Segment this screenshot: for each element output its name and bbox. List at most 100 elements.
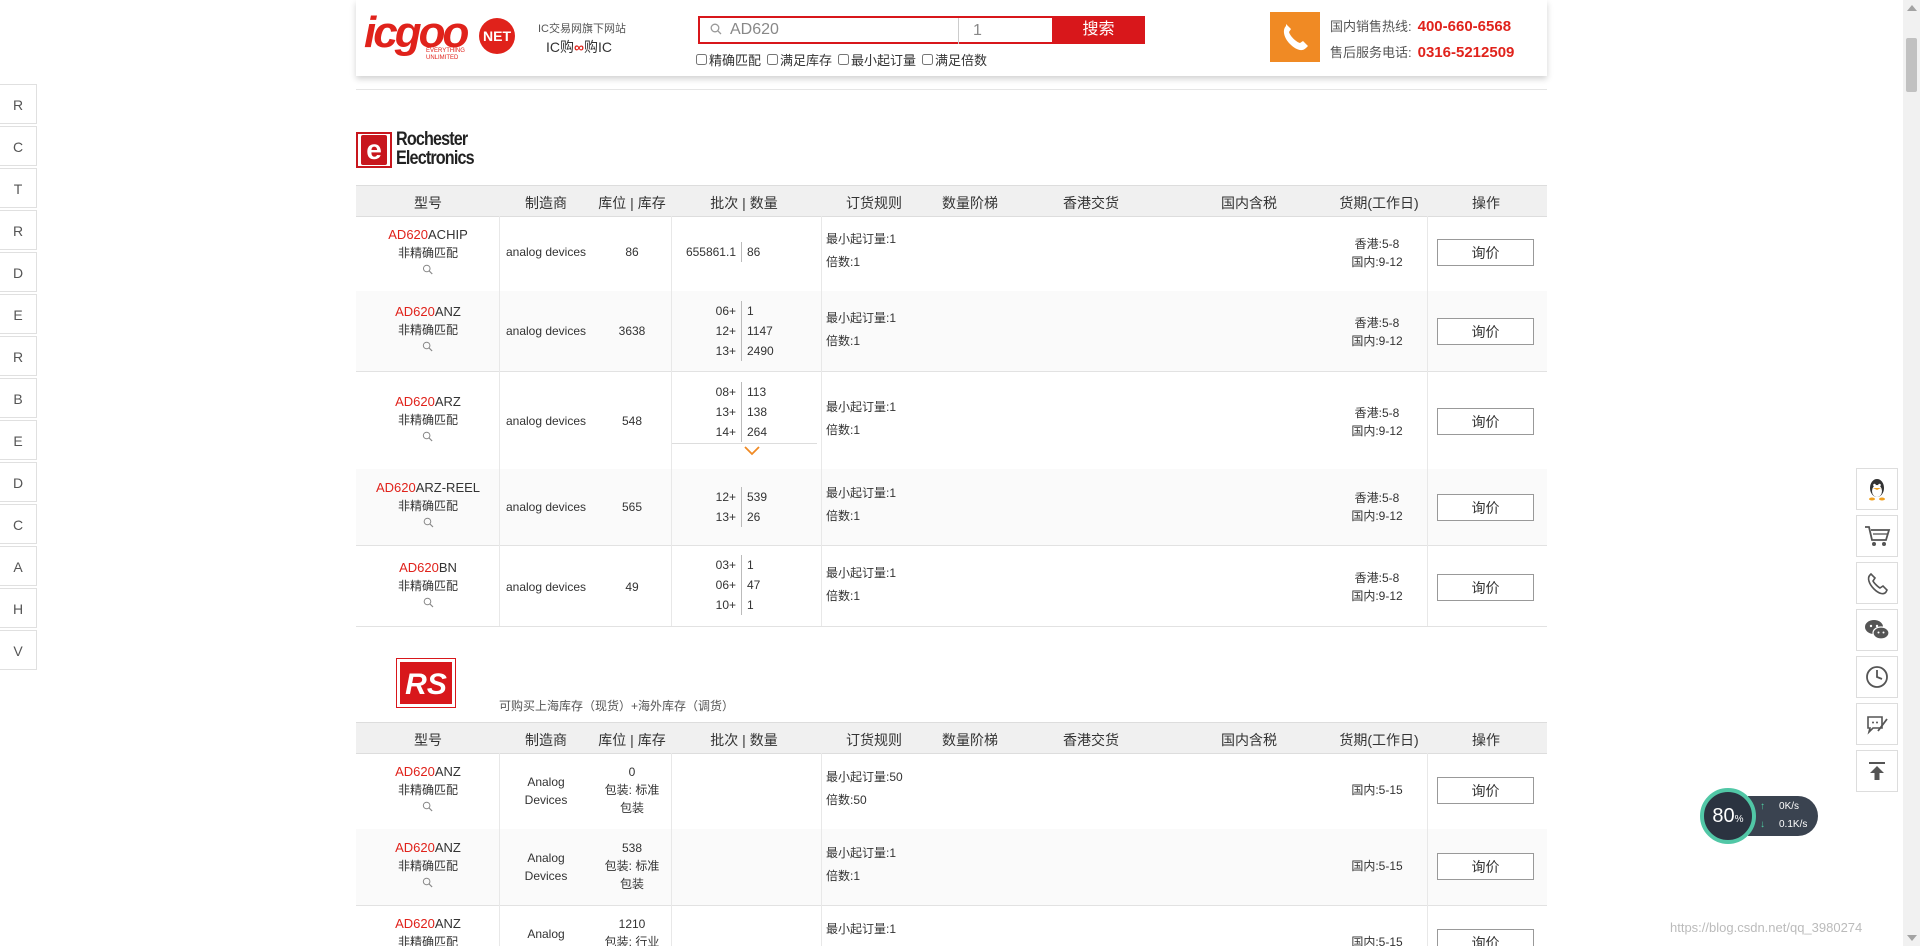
stock: 49 <box>625 580 639 594</box>
nav-letter[interactable]: C <box>0 126 37 166</box>
part-number-link[interactable]: AD620ARZ <box>395 393 461 411</box>
col-stock: 库位 | 库存 <box>598 732 666 748</box>
match-status: 非精确匹配 <box>397 323 458 337</box>
download-arrow-icon: ↓ <box>1760 819 1765 830</box>
order-rule: 最小起订量:1 倍数:1 <box>826 486 897 523</box>
site-logo[interactable]: icgoo NET EVERYTHING UNLIMITED <box>364 10 515 61</box>
left-letter-nav: R C T R D E R B E D C A H V <box>0 84 38 672</box>
filter-in-stock[interactable]: 满足库存 <box>767 50 832 69</box>
inquiry-button[interactable]: 询价 <box>1437 318 1534 345</box>
filter-multiple[interactable]: 满足倍数 <box>922 50 987 69</box>
col-order-rule: 订货规则 <box>846 195 902 211</box>
nav-letter[interactable]: C <box>0 504 37 544</box>
search-filters: 精确匹配 满足库存 最小起订量 满足倍数 <box>696 50 987 69</box>
inquiry-button[interactable]: 询价 <box>1437 853 1534 880</box>
rochester-logo: e Rochester Electronics <box>356 130 496 170</box>
part-number-link[interactable]: AD620BN <box>398 559 458 577</box>
part-number-link[interactable]: AD620ACHIP <box>388 226 467 244</box>
filter-checkbox[interactable] <box>696 54 707 65</box>
feedback-icon[interactable] <box>1856 703 1898 745</box>
nav-letter[interactable]: V <box>0 630 37 670</box>
zoom-icon[interactable] <box>422 597 433 608</box>
supplier-note: 可购买上海库存（现货）+海外库存（调货） <box>499 699 735 713</box>
match-status: 非精确匹配 <box>397 499 459 513</box>
inquiry-button[interactable]: 询价 <box>1437 494 1534 521</box>
filter-exact-match[interactable]: 精确匹配 <box>696 50 761 69</box>
nav-letter[interactable]: T <box>0 168 37 208</box>
cart-icon[interactable] <box>1856 515 1898 557</box>
divider <box>356 89 1547 90</box>
inquiry-button[interactable]: 询价 <box>1437 777 1534 804</box>
col-price-ladder: 数量阶梯 <box>942 732 998 748</box>
phone-icon[interactable] <box>1856 562 1898 604</box>
scroll-up-arrow-icon[interactable] <box>1907 5 1917 11</box>
qq-icon[interactable] <box>1856 468 1898 510</box>
table-header: 型号 制造商 库位 | 库存 批次 | 数量 订货规则 数量阶梯 香港交货 国内… <box>356 722 1547 754</box>
part-number-link[interactable]: AD620ARZ-REEL <box>376 479 480 497</box>
chevron-down-icon[interactable] <box>744 446 760 456</box>
manufacturer: Analog Devices <box>524 775 568 807</box>
nav-letter[interactable]: A <box>0 546 37 586</box>
match-status: 非精确匹配 <box>397 579 459 593</box>
infinity-icon: ∞ <box>574 39 584 55</box>
filter-label: 最小起订量 <box>851 53 917 68</box>
match-status: 非精确匹配 <box>397 783 458 797</box>
wechat-icon[interactable] <box>1856 609 1898 651</box>
scrollbar[interactable] <box>1903 0 1920 946</box>
zoom-icon[interactable] <box>422 264 433 275</box>
nav-letter[interactable]: H <box>0 588 37 628</box>
slogan-left: IC购 <box>546 39 574 55</box>
col-part: 型号 <box>414 195 442 211</box>
site-slogan: IC购∞购IC <box>546 37 612 57</box>
filter-checkbox[interactable] <box>922 54 934 65</box>
inquiry-button[interactable]: 询价 <box>1437 929 1534 946</box>
zoom-icon[interactable] <box>423 877 434 888</box>
part-number-link[interactable]: AD620ANZ <box>395 303 461 321</box>
inquiry-button[interactable]: 询价 <box>1437 574 1534 601</box>
nav-letter[interactable]: E <box>0 294 37 334</box>
service-label: 售后服务电话: <box>1330 45 1412 60</box>
col-lead-time: 货期(工作日) <box>1339 195 1419 211</box>
network-speed-widget[interactable]: ↑ 0K/s ↓ 0.1K/s 80% <box>1700 788 1820 844</box>
part-number-link[interactable]: AD620ANZ <box>395 915 461 933</box>
search-button[interactable]: 搜索 <box>1052 16 1145 44</box>
manufacturer: analog devices <box>505 245 587 259</box>
back-to-top-icon[interactable] <box>1856 750 1898 792</box>
upload-arrow-icon: ↑ <box>1760 801 1765 812</box>
nav-letter[interactable]: B <box>0 378 37 418</box>
rochester-logo-text: Rochester Electronics <box>396 129 475 169</box>
nav-letter[interactable]: R <box>0 336 37 376</box>
col-action: 操作 <box>1472 732 1500 748</box>
filter-min-order[interactable]: 最小起订量 <box>838 50 916 69</box>
clock-icon[interactable] <box>1856 656 1898 698</box>
nav-letter[interactable]: D <box>0 462 37 502</box>
inquiry-button[interactable]: 询价 <box>1437 408 1534 435</box>
zoom-icon[interactable] <box>423 431 434 442</box>
search-input[interactable] <box>730 18 950 42</box>
filter-checkbox[interactable] <box>767 54 779 65</box>
search-box: 搜索 <box>698 16 1145 44</box>
col-part: 型号 <box>414 732 442 748</box>
delivery-time: 香港:5-8 国内:9-12 <box>1351 406 1403 438</box>
nav-letter[interactable]: R <box>0 210 37 250</box>
filter-checkbox[interactable] <box>838 54 850 65</box>
watermark: https://blog.csdn.net/qq_3980274 <box>1670 920 1863 935</box>
order-rule: 最小起订量:1 倍数:1 <box>826 566 897 603</box>
nav-letter[interactable]: R <box>0 84 37 124</box>
table-row: AD620ARZ 非精确匹配 analog devices 548 08+ 113… <box>356 371 1547 470</box>
scroll-down-arrow-icon[interactable] <box>1907 935 1917 941</box>
inquiry-button[interactable]: 询价 <box>1437 239 1534 266</box>
part-number-link[interactable]: AD620ANZ <box>395 839 461 857</box>
part-number-link[interactable]: AD620ANZ <box>395 763 461 781</box>
zoom-icon[interactable] <box>422 517 433 528</box>
col-hk-delivery: 香港交货 <box>1063 195 1119 211</box>
col-cn-tax: 国内含税 <box>1221 732 1277 748</box>
nav-letter[interactable]: E <box>0 420 37 460</box>
zoom-icon[interactable] <box>423 341 434 352</box>
stock: 86 <box>625 245 639 259</box>
svg-text:RS: RS <box>405 668 447 701</box>
nav-letter[interactable]: D <box>0 252 37 292</box>
scroll-thumb[interactable] <box>1906 38 1917 92</box>
batch-list: 12+ 539 13+ 26 <box>672 487 767 527</box>
zoom-icon[interactable] <box>423 801 434 812</box>
